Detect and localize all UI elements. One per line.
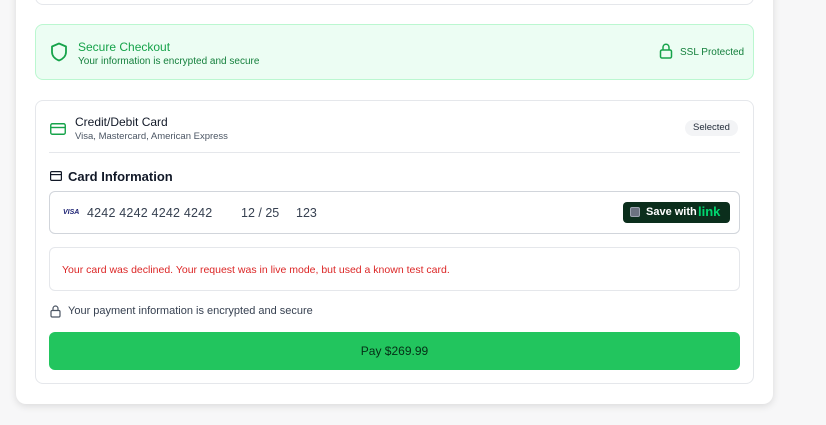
secure-checkout-subtitle: Your information is encrypted and secure <box>78 56 260 67</box>
divider <box>49 152 740 153</box>
card-input-row[interactable]: VISA 4242 4242 4242 4242 12 / 25 123 Sav… <box>49 191 740 234</box>
card-info-icon <box>50 171 62 181</box>
link-logo: link <box>698 204 721 219</box>
payment-method-title[interactable]: Credit/Debit Card <box>75 115 168 129</box>
payment-method-card: Credit/Debit Card Visa, Mastercard, Amer… <box>35 100 754 384</box>
card-information-title: Card Information <box>68 169 173 184</box>
card-cvc-field[interactable]: 123 <box>296 206 317 220</box>
card-expiry-field[interactable]: 12 / 25 <box>241 206 279 220</box>
encryption-note: Your payment information is encrypted an… <box>68 305 313 317</box>
save-with-label: Save with <box>646 206 697 218</box>
shield-icon <box>51 42 67 62</box>
lock-icon <box>659 43 673 59</box>
selected-badge: Selected <box>685 120 738 136</box>
secure-checkout-title: Secure Checkout <box>78 40 171 54</box>
pay-button[interactable]: Pay $269.99 <box>49 332 740 370</box>
save-with-link-button[interactable]: Save with link <box>623 202 730 223</box>
error-message: Your card was declined. Your request was… <box>62 264 450 276</box>
save-with-link-checkbox[interactable] <box>630 207 640 217</box>
previous-section <box>35 0 754 5</box>
payment-method-subtitle: Visa, Mastercard, American Express <box>75 131 228 142</box>
credit-card-icon <box>50 123 66 135</box>
error-message-box: Your card was declined. Your request was… <box>49 247 740 291</box>
ssl-protected-label: SSL Protected <box>680 47 745 58</box>
secure-checkout-banner: Secure Checkout Your information is encr… <box>35 24 754 80</box>
visa-icon: VISA <box>63 209 80 216</box>
lock-icon <box>50 305 61 318</box>
checkout-page: Secure Checkout Your information is encr… <box>0 0 826 425</box>
card-number-field[interactable]: 4242 4242 4242 4242 <box>87 206 212 220</box>
